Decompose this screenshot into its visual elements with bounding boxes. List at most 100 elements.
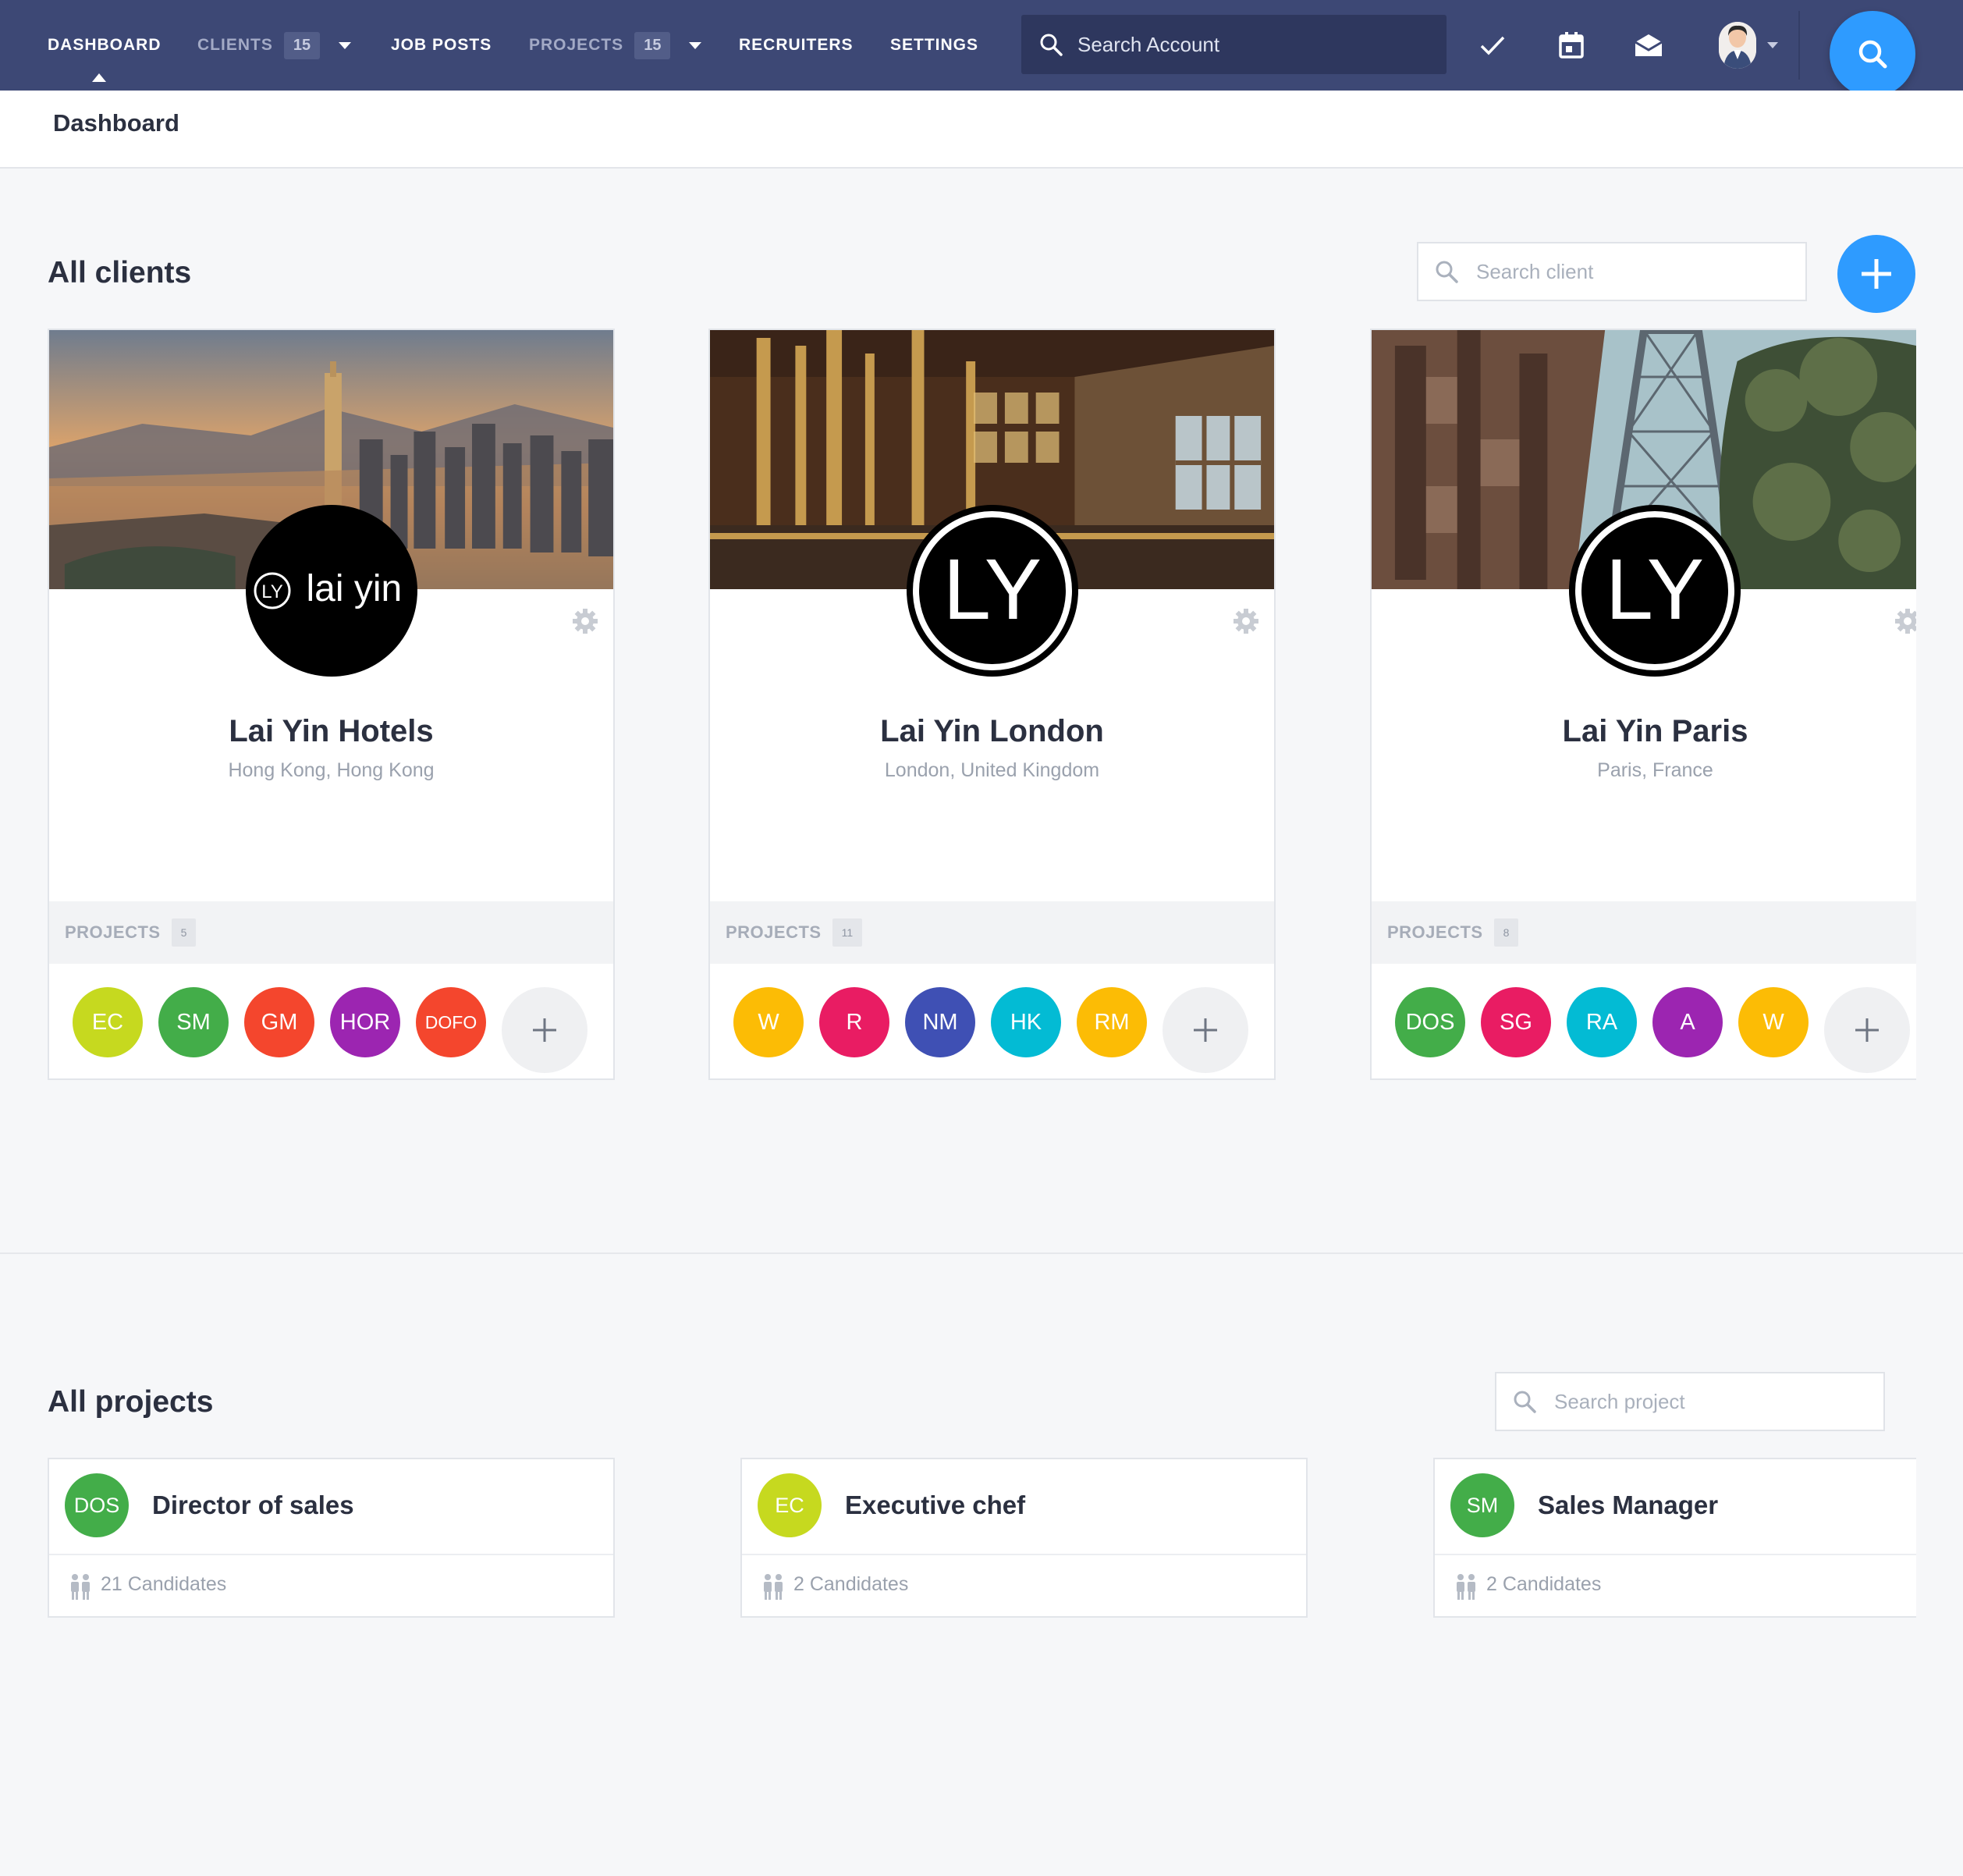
- chevron-down-icon[interactable]: [689, 41, 702, 49]
- gear-icon[interactable]: [571, 607, 599, 635]
- add-member-button[interactable]: [1163, 987, 1248, 1073]
- nav-job-posts-label: JOB POSTS: [391, 36, 492, 54]
- nav-dashboard-label: DASHBOARD: [48, 36, 162, 54]
- client-logo: LY: [906, 505, 1078, 677]
- clients-section-title: All clients: [48, 256, 192, 290]
- client-name: Lai Yin London: [880, 714, 1104, 748]
- nav-recruiters-label: RECRUITERS: [739, 36, 854, 54]
- nav-recruiters[interactable]: RECRUITERS: [739, 0, 854, 91]
- add-member-button[interactable]: [502, 987, 587, 1073]
- member-avatar[interactable]: HK: [991, 987, 1061, 1057]
- nav-projects-count: 15: [634, 31, 671, 59]
- checkmark-icon[interactable]: [1477, 30, 1508, 61]
- project-title: Director of sales: [152, 1490, 354, 1519]
- project-avatar: EC: [758, 1473, 822, 1537]
- nav-clients-count: 15: [283, 31, 321, 59]
- ly-logo: LY: [1575, 511, 1734, 670]
- client-search: [1417, 242, 1807, 301]
- project-card-divider: [1435, 1554, 1916, 1555]
- search-icon: [1858, 40, 1887, 69]
- mail-icon[interactable]: [1633, 30, 1664, 61]
- projects-label: PROJECTS: [65, 922, 161, 942]
- member-avatar[interactable]: HOR: [330, 987, 400, 1057]
- projects-count: 5: [171, 918, 197, 947]
- client-members: EC SM GM HOR DOFO: [49, 964, 613, 1078]
- top-navigation-bar: DASHBOARD CLIENTS 15 JOB POSTS PROJECTS …: [0, 0, 1963, 97]
- project-title: Sales Manager: [1538, 1490, 1719, 1519]
- search-icon: [1040, 34, 1063, 56]
- active-indicator: [92, 73, 106, 82]
- project-card-divider: [49, 1554, 613, 1555]
- add-client-button[interactable]: [1837, 235, 1915, 313]
- project-search: [1495, 1372, 1885, 1431]
- project-avatar: DOS: [65, 1473, 129, 1537]
- member-avatar[interactable]: NM: [905, 987, 975, 1057]
- global-search-button[interactable]: [1830, 11, 1915, 97]
- calendar-icon[interactable]: [1556, 30, 1587, 61]
- member-avatar[interactable]: SM: [158, 987, 229, 1057]
- nav-clients-label: CLIENTS: [197, 36, 273, 54]
- member-avatar[interactable]: GM: [244, 987, 314, 1057]
- nav-divider: [1798, 11, 1800, 80]
- project-card-divider: [742, 1554, 1306, 1555]
- client-card[interactable]: LY Lai Yin London London, United Kingdom…: [708, 329, 1276, 1080]
- member-avatar[interactable]: RM: [1077, 987, 1147, 1057]
- member-avatar[interactable]: RA: [1567, 987, 1637, 1057]
- section-divider: [0, 1252, 1963, 1254]
- project-card[interactable]: EC Executive chef 2 Candidates: [740, 1458, 1308, 1618]
- candidate-count: 21 Candidates: [101, 1573, 227, 1595]
- nav-settings[interactable]: SETTINGS: [890, 0, 978, 91]
- member-avatar[interactable]: DOFO: [416, 987, 486, 1057]
- chevron-down-icon[interactable]: [1767, 42, 1778, 48]
- search-icon: [1514, 1391, 1536, 1413]
- client-location: London, United Kingdom: [884, 759, 1100, 781]
- candidate-count: 2 Candidates: [1486, 1573, 1602, 1595]
- user-avatar[interactable]: [1719, 22, 1756, 69]
- nav-clients[interactable]: CLIENTS 15: [197, 0, 352, 91]
- nav-projects[interactable]: PROJECTS 15: [529, 0, 702, 91]
- projects-count: 8: [1493, 918, 1519, 947]
- plus-icon: [533, 1018, 556, 1042]
- nav-job-posts[interactable]: JOB POSTS: [391, 0, 492, 91]
- member-avatar[interactable]: EC: [73, 987, 143, 1057]
- member-avatar[interactable]: W: [733, 987, 804, 1057]
- client-name: Lai Yin Hotels: [229, 714, 434, 748]
- client-logo-text: lai yin: [306, 568, 403, 609]
- client-projects-bar: PROJECTS 11: [710, 901, 1274, 964]
- account-search-input[interactable]: [1076, 31, 1422, 58]
- member-avatar[interactable]: SG: [1481, 987, 1551, 1057]
- gear-icon[interactable]: [1232, 607, 1260, 635]
- plus-icon: [1862, 259, 1891, 289]
- search-icon: [1436, 261, 1458, 283]
- people-icon: [1457, 1574, 1475, 1600]
- account-search: [1021, 15, 1447, 74]
- client-logo: LY: [1569, 505, 1741, 677]
- nav-settings-label: SETTINGS: [890, 36, 979, 54]
- client-logo-mark: LY: [942, 542, 1041, 638]
- gear-icon[interactable]: [1894, 607, 1916, 635]
- member-avatar[interactable]: W: [1738, 987, 1809, 1057]
- client-card[interactable]: LY Lai Yin Paris Paris, France PROJECTS …: [1370, 329, 1916, 1080]
- project-search-input[interactable]: [1553, 1388, 1852, 1415]
- member-avatar[interactable]: R: [819, 987, 889, 1057]
- chevron-down-icon[interactable]: [339, 41, 352, 49]
- client-location: Hong Kong, Hong Kong: [228, 759, 435, 781]
- client-location: Paris, France: [1597, 759, 1713, 781]
- client-projects-bar: PROJECTS 8: [1372, 901, 1916, 964]
- projects-section-title: All projects: [48, 1385, 214, 1419]
- project-card[interactable]: DOS Director of sales 21 Candidates: [48, 1458, 615, 1618]
- add-member-button[interactable]: [1824, 987, 1910, 1073]
- member-avatar[interactable]: DOS: [1395, 987, 1465, 1057]
- client-logo-mark: LY: [1606, 542, 1704, 638]
- project-card[interactable]: SM Sales Manager 2 Candidates: [1433, 1458, 1916, 1618]
- project-title: Executive chef: [845, 1490, 1026, 1519]
- nav-projects-label: PROJECTS: [529, 36, 624, 54]
- client-search-input[interactable]: [1475, 258, 1774, 285]
- projects-count: 11: [832, 918, 863, 947]
- member-avatar[interactable]: A: [1652, 987, 1723, 1057]
- client-projects-bar: PROJECTS 5: [49, 901, 613, 964]
- projects-label: PROJECTS: [726, 922, 822, 942]
- client-name: Lai Yin Paris: [1562, 714, 1748, 748]
- client-card[interactable]: LY lai yin Lai Yin Hotels Hong Kong, Hon…: [48, 329, 615, 1080]
- project-avatar: SM: [1450, 1473, 1514, 1537]
